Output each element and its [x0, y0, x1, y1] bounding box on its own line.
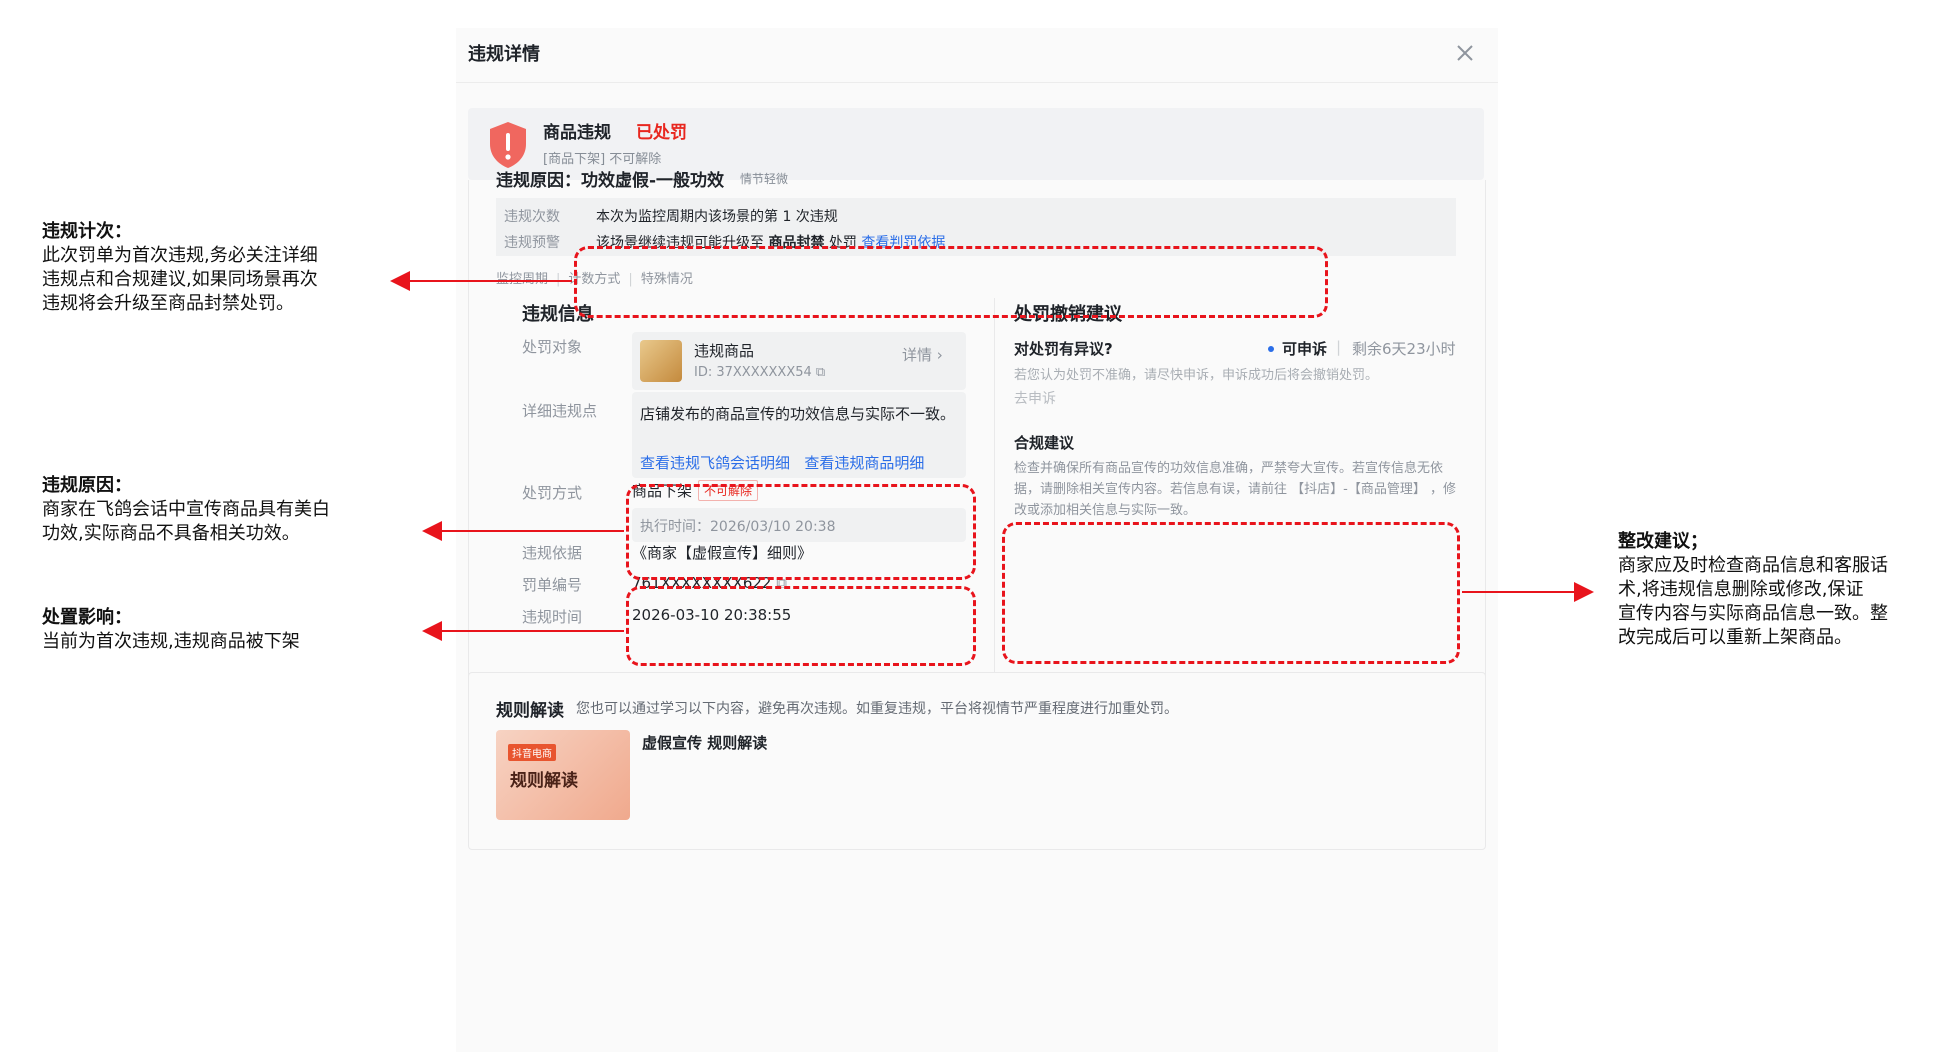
annotation-arrows [390, 271, 1594, 641]
